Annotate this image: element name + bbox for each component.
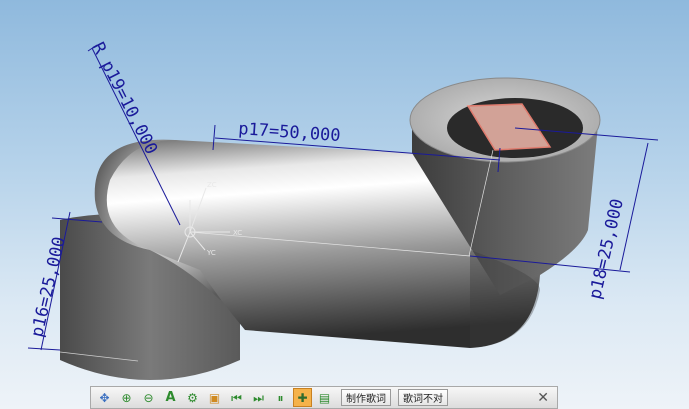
media-toolbar: ✥ ⊕ ⊖ A ⚙ ▣ ⏮ ⏭ ⏸ ✚ ▤ 制作歌词 歌词不对 ✕ bbox=[90, 386, 558, 409]
pause-icon[interactable]: ⏸ bbox=[271, 388, 290, 407]
export-icon[interactable]: ▤ bbox=[315, 388, 334, 407]
skip-forward-icon[interactable]: ⏭ bbox=[249, 388, 268, 407]
3d-viewport[interactable]: XC YC ZC R p19=10,000 p17=50,000 p16=25,… bbox=[0, 0, 689, 409]
axis-yc-label: YC bbox=[206, 249, 216, 257]
wrong-lyrics-button[interactable]: 歌词不对 bbox=[398, 389, 448, 406]
right-height-dim-label: p18=25,000 bbox=[585, 197, 628, 301]
close-icon[interactable]: ✕ bbox=[537, 390, 549, 406]
gear-icon[interactable]: ⚙ bbox=[183, 388, 202, 407]
axis-xc-label: XC bbox=[233, 229, 242, 237]
zoom-in-icon[interactable]: ⊕ bbox=[117, 388, 136, 407]
length-dim-label: p17=50,000 bbox=[238, 119, 342, 146]
move-icon[interactable]: ✥ bbox=[95, 388, 114, 407]
zoom-out-icon[interactable]: ⊖ bbox=[139, 388, 158, 407]
skip-back-icon[interactable]: ⏮ bbox=[227, 388, 246, 407]
text-icon[interactable]: A bbox=[161, 388, 180, 407]
make-lyrics-button[interactable]: 制作歌词 bbox=[341, 389, 391, 406]
add-icon[interactable]: ✚ bbox=[293, 388, 312, 407]
radius-dim-label: R p19=10,000 bbox=[88, 39, 162, 158]
image-icon[interactable]: ▣ bbox=[205, 388, 224, 407]
axis-zc-label: ZC bbox=[207, 181, 217, 189]
